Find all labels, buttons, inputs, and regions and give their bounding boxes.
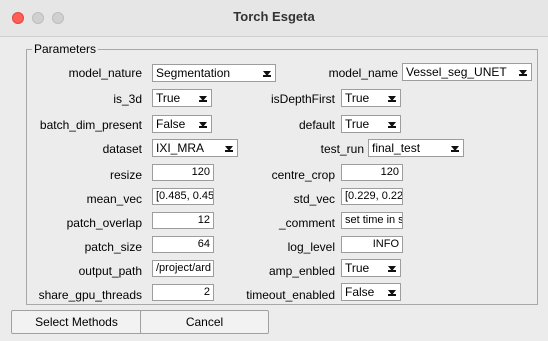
amp-enbled-value: True bbox=[345, 261, 370, 275]
model-name-value: Vessel_seg_UNET bbox=[406, 65, 507, 79]
batch-dim-present-label: batch_dim_present bbox=[39, 118, 142, 132]
chevron-down-icon bbox=[225, 146, 233, 152]
chevron-down-icon bbox=[263, 71, 271, 77]
chevron-down-icon bbox=[199, 122, 207, 128]
is-depth-first-label: isDepthFirst bbox=[270, 92, 335, 106]
chevron-down-icon bbox=[388, 122, 396, 128]
output-path-label: output_path bbox=[78, 264, 142, 278]
model-name-select[interactable]: Vessel_seg_UNET bbox=[402, 63, 532, 81]
default-select[interactable]: True bbox=[341, 115, 401, 133]
timeout-enabled-value: False bbox=[345, 285, 375, 299]
share-gpu-threads-field[interactable]: 2 bbox=[152, 284, 214, 301]
comment-field[interactable]: set time in s bbox=[341, 212, 403, 229]
chevron-down-icon bbox=[388, 96, 396, 102]
amp-enbled-select[interactable]: True bbox=[341, 259, 401, 277]
chevron-down-icon bbox=[451, 146, 459, 152]
test-run-label: test_run bbox=[320, 142, 364, 156]
chevron-down-icon bbox=[199, 96, 207, 102]
default-value: True bbox=[345, 117, 370, 131]
resize-field[interactable]: 120 bbox=[152, 164, 214, 181]
model-nature-label: model_nature bbox=[68, 66, 142, 80]
is-depth-first-value: True bbox=[345, 91, 370, 105]
amp-enbled-label: amp_enbled bbox=[268, 264, 335, 278]
log-level-field[interactable]: INFO bbox=[341, 236, 403, 253]
title-bar: Torch Esgeta bbox=[0, 0, 548, 37]
std-vec-label: std_vec bbox=[293, 192, 335, 206]
resize-label: resize bbox=[109, 168, 142, 182]
timeout-enabled-label: timeout_enabled bbox=[246, 288, 335, 302]
patch-overlap-field[interactable]: 12 bbox=[152, 212, 214, 229]
is-3d-value: True bbox=[156, 91, 181, 105]
patch-size-field[interactable]: 64 bbox=[152, 236, 214, 253]
is-3d-select[interactable]: True bbox=[152, 89, 212, 107]
log-level-label: log_level bbox=[287, 240, 335, 254]
share-gpu-threads-label: share_gpu_threads bbox=[38, 288, 142, 302]
cancel-button[interactable]: Cancel bbox=[140, 310, 269, 334]
dataset-label: dataset bbox=[102, 142, 142, 156]
default-label: default bbox=[298, 118, 335, 132]
model-nature-value: Segmentation bbox=[156, 66, 231, 80]
dataset-value: IXI_MRA bbox=[156, 141, 205, 155]
select-methods-button[interactable]: Select Methods bbox=[11, 310, 142, 334]
chevron-down-icon bbox=[388, 290, 396, 296]
output-path-field[interactable]: /project/ard bbox=[152, 260, 214, 277]
parameters-legend: Parameters bbox=[32, 42, 99, 56]
is-depth-first-select[interactable]: True bbox=[341, 89, 401, 107]
chevron-down-icon bbox=[519, 70, 527, 76]
mean-vec-label: mean_vec bbox=[86, 192, 142, 206]
std-vec-field[interactable]: [0.229, 0.22 bbox=[341, 188, 403, 205]
window-title: Torch Esgeta bbox=[233, 9, 315, 24]
comment-label: _comment bbox=[278, 216, 335, 230]
model-nature-select[interactable]: Segmentation bbox=[152, 64, 276, 82]
patch-overlap-label: patch_overlap bbox=[66, 216, 142, 230]
batch-dim-present-select[interactable]: False bbox=[152, 115, 212, 133]
dataset-select[interactable]: IXI_MRA bbox=[152, 139, 238, 157]
centre-crop-field[interactable]: 120 bbox=[341, 164, 403, 181]
test-run-value: final_test bbox=[372, 141, 421, 155]
patch-size-label: patch_size bbox=[84, 240, 142, 254]
is-3d-label: is_3d bbox=[113, 92, 142, 106]
batch-dim-present-value: False bbox=[156, 117, 186, 131]
app-window: Torch Esgeta Parameters model_nature Seg… bbox=[0, 0, 548, 341]
test-run-select[interactable]: final_test bbox=[368, 139, 464, 157]
chevron-down-icon bbox=[388, 266, 396, 272]
model-name-label: model_name bbox=[328, 66, 398, 80]
centre-crop-label: centre_crop bbox=[271, 168, 335, 182]
timeout-enabled-select[interactable]: False bbox=[341, 283, 401, 301]
mean-vec-field[interactable]: [0.485, 0.45 bbox=[152, 188, 214, 205]
